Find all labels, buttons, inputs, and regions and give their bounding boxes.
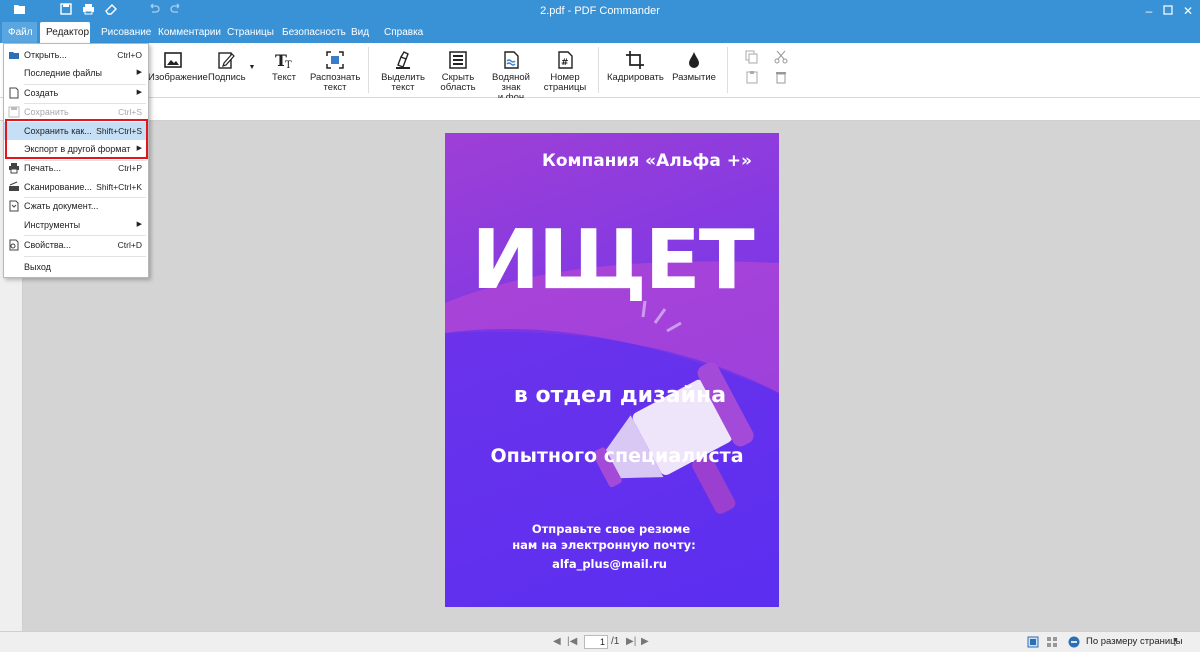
hide-area-button[interactable]: Скрыть область bbox=[437, 50, 479, 93]
menu-save-as[interactable]: Сохранить как... Shift+Ctrl+S bbox=[4, 122, 148, 140]
menu-print[interactable]: Печать... Ctrl+P bbox=[4, 159, 148, 177]
cut-icon[interactable] bbox=[774, 50, 788, 67]
scanner-icon bbox=[9, 181, 19, 191]
ribbon-separator bbox=[598, 47, 599, 93]
menu-compress[interactable]: Сжать документ... bbox=[4, 197, 148, 215]
image-button[interactable]: Изображение bbox=[148, 50, 208, 83]
tab-drawing[interactable]: Рисование bbox=[95, 22, 157, 43]
crop-button[interactable]: Кадрировать bbox=[607, 50, 664, 83]
ribbon-separator bbox=[368, 47, 369, 93]
window-title: 2.pdf - PDF Commander bbox=[540, 5, 660, 17]
single-page-view-icon[interactable] bbox=[1027, 636, 1039, 651]
ocr-icon bbox=[326, 51, 344, 69]
tab-pages[interactable]: Страницы bbox=[221, 22, 280, 43]
menu-tabs: Файл ▼ Редактор Рисование Комментарии Ст… bbox=[0, 22, 1200, 58]
svg-text:T: T bbox=[285, 60, 292, 70]
menu-open[interactable]: Открыть... Ctrl+O bbox=[4, 46, 148, 64]
tab-security[interactable]: Безопасность bbox=[276, 22, 352, 43]
close-icon[interactable]: ✕ bbox=[1180, 3, 1196, 19]
tab-editor[interactable]: Редактор bbox=[40, 22, 90, 43]
watermark-icon bbox=[504, 51, 519, 69]
paste-icon[interactable] bbox=[745, 70, 759, 87]
menu-separator bbox=[24, 256, 146, 257]
tab-comments[interactable]: Комментарии bbox=[152, 22, 227, 43]
maximize-icon[interactable] bbox=[1160, 3, 1176, 19]
poster-cta-line1: Отправьте свое резюме bbox=[531, 522, 691, 536]
blur-button[interactable]: Размытие bbox=[672, 50, 716, 83]
crop-icon bbox=[626, 51, 644, 69]
submenu-arrow-icon: ▶ bbox=[136, 69, 142, 76]
redact-icon bbox=[449, 51, 467, 69]
grid-view-icon[interactable] bbox=[1046, 636, 1058, 651]
text-button[interactable]: TT Текст bbox=[270, 50, 298, 83]
highlighter-icon bbox=[396, 51, 410, 69]
submenu-arrow-icon: ▶ bbox=[136, 221, 142, 228]
menu-tools[interactable]: Инструменты ▶ bbox=[4, 216, 148, 234]
secondary-toolbar bbox=[0, 98, 1200, 121]
copy-icon[interactable] bbox=[745, 50, 759, 67]
menu-properties[interactable]: Свойства... Ctrl+D bbox=[4, 236, 148, 254]
poster-headline: ИЩЕТ bbox=[471, 213, 754, 308]
svg-text:#: # bbox=[561, 58, 569, 68]
page-number-button[interactable]: # Номер страницы bbox=[543, 50, 587, 93]
zoom-out-icon[interactable] bbox=[1068, 636, 1080, 651]
page-number-icon: # bbox=[558, 51, 573, 69]
poster-specialist: Опытного специалиста bbox=[490, 445, 744, 467]
menu-create[interactable]: Создать ▶ bbox=[4, 84, 148, 102]
menu-recent-files[interactable]: Последние файлы ▶ bbox=[4, 64, 148, 82]
recognize-text-button[interactable]: Распознать текст bbox=[310, 50, 360, 93]
text-icon: TT bbox=[275, 51, 292, 70]
minimize-icon[interactable]: – bbox=[1141, 3, 1157, 19]
tab-help[interactable]: Справка bbox=[378, 22, 429, 43]
trash-icon[interactable] bbox=[774, 70, 788, 87]
next-page-icon[interactable]: ▶ bbox=[641, 636, 649, 647]
page-total: /1 bbox=[611, 636, 620, 647]
submenu-arrow-icon: ▶ bbox=[136, 89, 142, 96]
tab-file[interactable]: Файл ▼ bbox=[2, 22, 37, 58]
menu-scan[interactable]: Сканирование... Shift+Ctrl+K bbox=[4, 178, 148, 196]
image-icon bbox=[164, 52, 182, 68]
new-document-icon bbox=[9, 87, 19, 99]
folder-icon bbox=[9, 52, 19, 59]
pdf-page[interactable]: Компания «Альфа +» ИЩЕТ в отдел дизайна … bbox=[445, 133, 779, 607]
file-menu: Открыть... Ctrl+O Последние файлы ▶ Создат… bbox=[3, 43, 149, 278]
signature-icon bbox=[218, 52, 235, 69]
poster-email: alfa_plus@mail.ru bbox=[552, 557, 667, 571]
properties-icon bbox=[9, 239, 19, 251]
prev-page-icon[interactable]: ◀ bbox=[553, 636, 561, 647]
highlight-text-button[interactable]: Выделить текст bbox=[381, 50, 425, 93]
signature-dropdown-icon[interactable]: ▼ bbox=[247, 63, 257, 73]
menu-exit[interactable]: Выход bbox=[4, 258, 148, 276]
page-number-input[interactable]: 1 bbox=[584, 635, 608, 649]
last-page-icon[interactable]: ▶| bbox=[626, 636, 636, 647]
tab-view[interactable]: Вид bbox=[345, 22, 375, 43]
poster-department: в отдел дизайна bbox=[513, 383, 727, 408]
ribbon-toolbar: Изображение Подпись ▼ TT Текст Распознат… bbox=[0, 43, 1200, 103]
print-icon bbox=[9, 163, 19, 174]
compress-icon bbox=[9, 200, 19, 212]
first-page-icon[interactable]: |◀ bbox=[567, 636, 577, 647]
submenu-arrow-icon: ▶ bbox=[136, 145, 142, 152]
zoom-level[interactable]: По размеру страницы bbox=[1086, 636, 1182, 647]
title-bar: 2.pdf - PDF Commander – ✕ bbox=[0, 0, 1200, 22]
save-icon bbox=[8, 106, 20, 118]
signature-button[interactable]: Подпись bbox=[208, 50, 246, 83]
zoom-dropdown-icon[interactable]: ▼ bbox=[1172, 637, 1179, 644]
menu-save[interactable]: Сохранить Ctrl+S bbox=[4, 103, 148, 121]
droplet-icon bbox=[689, 52, 699, 68]
watermark-button[interactable]: Водяной знаки фон bbox=[483, 50, 539, 103]
status-bar: ◀ |◀ 1 /1 ▶| ▶ По размеру страницы ▼ bbox=[0, 631, 1200, 652]
ribbon-separator bbox=[727, 47, 728, 93]
poster-company: Компания «Альфа +» bbox=[541, 151, 752, 171]
menu-export[interactable]: Экспорт в другой формат ▶ bbox=[4, 140, 148, 158]
poster-cta-line2: нам на электронную почту: bbox=[512, 538, 696, 552]
